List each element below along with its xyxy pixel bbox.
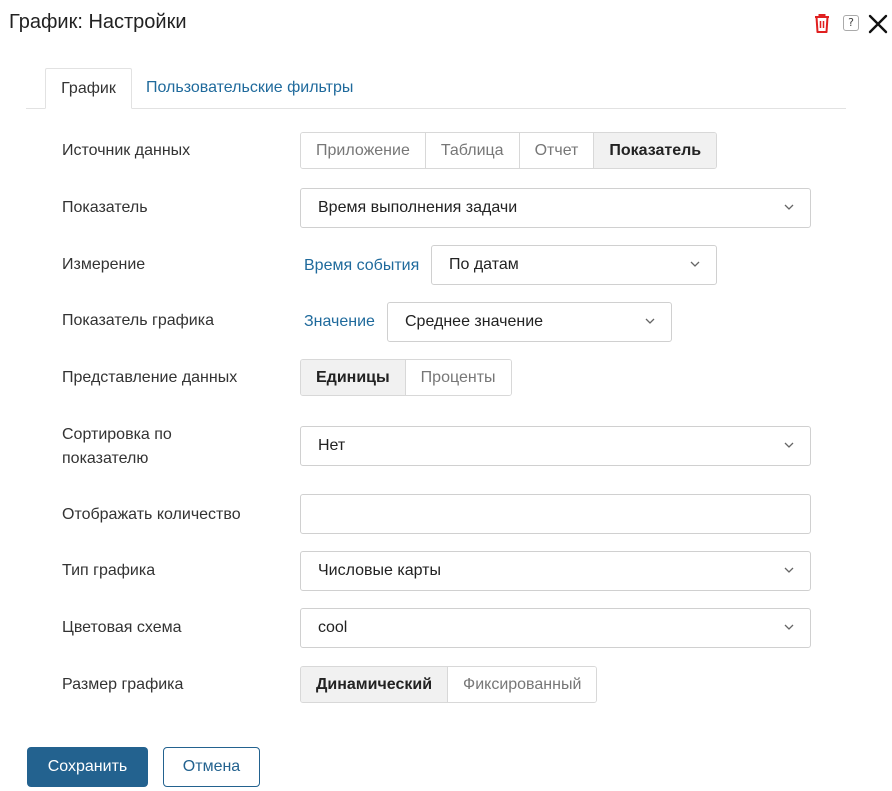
sort-select[interactable]: Нет [300,426,811,466]
close-icon[interactable] [867,13,889,35]
sort-value: Нет [318,437,346,454]
dimension-label: Измерение [62,256,146,273]
chart-type-value: Числовые карты [318,562,441,579]
dialog-actions: ? [812,12,892,34]
chart-size-option-dynamic[interactable]: Динамический [301,667,449,702]
dialog-title: График: Настройки [9,11,187,33]
help-icon[interactable]: ? [843,15,859,31]
count-label: Отображать количество [62,506,241,523]
tab-bar: График Пользовательские фильтры [26,68,846,109]
chart-size-segmented: Динамический Фиксированный [300,666,598,703]
dimension-field-link[interactable]: Время события [304,254,419,278]
chart-size-option-fixed[interactable]: Фиксированный [448,667,597,702]
save-button[interactable]: Сохранить [27,747,148,787]
indicator-value: Время выполнения задачи [318,199,518,216]
data-view-option-percent[interactable]: Проценты [405,360,511,395]
sort-label: Сортировка по показателю [62,426,172,467]
color-scheme-select[interactable]: cool [300,608,811,648]
chevron-down-icon [784,442,794,448]
chevron-down-icon [784,567,794,573]
data-source-option-report[interactable]: Отчет [519,133,595,168]
tab-custom-filters[interactable]: Пользовательские фильтры [146,68,353,108]
data-view-segmented: Единицы Проценты [300,359,512,396]
cancel-button[interactable]: Отмена [163,747,260,787]
chevron-down-icon [784,624,794,630]
chart-indicator-select[interactable]: Среднее значение [387,302,672,342]
data-source-segmented: Приложение Таблица Отчет Показатель [300,132,718,169]
chart-indicator-value: Среднее значение [405,313,544,330]
chart-size-label: Размер графика [62,676,184,693]
color-scheme-label: Цветовая схема [62,619,182,636]
trash-icon[interactable] [812,12,832,34]
indicator-label: Показатель [62,199,148,216]
tab-chart[interactable]: График [45,68,132,109]
dimension-select[interactable]: По датам [431,245,717,285]
chevron-down-icon [645,318,655,324]
chevron-down-icon [784,204,794,210]
count-input[interactable] [300,494,811,534]
data-view-label: Представление данных [62,369,238,386]
data-source-option-table[interactable]: Таблица [425,133,520,168]
data-view-option-units[interactable]: Единицы [301,360,406,395]
dimension-value: По датам [449,256,519,273]
data-source-option-app[interactable]: Приложение [301,133,426,168]
chart-type-label: Тип графика [62,562,156,579]
chart-indicator-field-link[interactable]: Значение [304,310,375,334]
chart-type-select[interactable]: Числовые карты [300,551,811,591]
chevron-down-icon [690,261,700,267]
data-source-option-indicator[interactable]: Показатель [594,133,717,168]
chart-indicator-label: Показатель графика [62,312,214,329]
color-scheme-value: cool [318,619,348,636]
indicator-select[interactable]: Время выполнения задачи [300,188,811,228]
data-source-label: Источник данных [62,142,191,159]
